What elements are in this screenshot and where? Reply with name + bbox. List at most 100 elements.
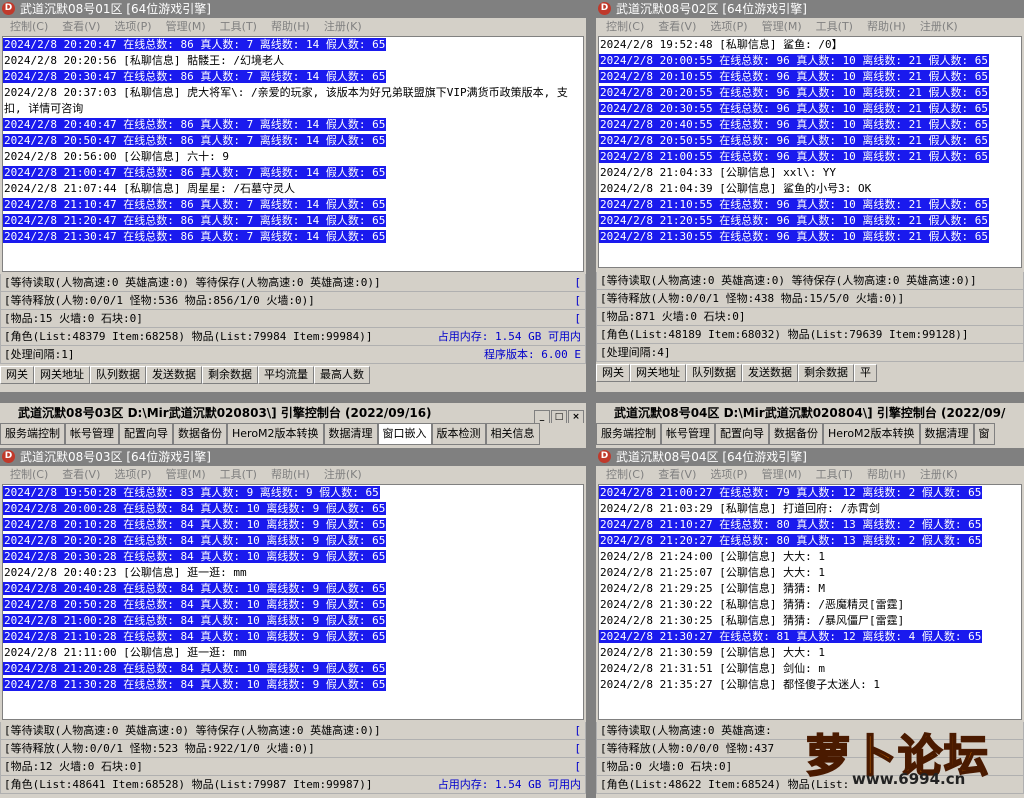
gateway-columns: 网关 网关地址 队列数据 发送数据 剩余数据平 xyxy=(596,364,1024,382)
tab[interactable]: 配置向导 xyxy=(119,423,173,445)
gateway-columns: 网关 网关地址 队列数据 发送数据 剩余数据 平均流量 最高人数 xyxy=(0,366,586,384)
tab[interactable]: 数据备份 xyxy=(173,423,227,445)
status-row: [角色(List:48641 Item:68528) 物品(List:79987… xyxy=(0,776,586,794)
log-panel: 2024/2/8 21:00:27 在线总数: 79 真人数: 12 离线数: … xyxy=(598,484,1022,720)
menu-item[interactable]: 管理(M) xyxy=(166,20,206,33)
menu-item[interactable]: 注册(K) xyxy=(920,468,958,481)
log-line: 2024/2/8 20:10:28 在线总数: 84 真人数: 10 离线数: … xyxy=(3,517,583,533)
log-line: 2024/2/8 21:20:47 在线总数: 86 真人数: 7 离线数: 1… xyxy=(3,213,583,229)
log-text: 扣, 详情可咨询 xyxy=(4,102,84,115)
menu-item[interactable]: 帮助(H) xyxy=(271,468,310,481)
column-header[interactable]: 队列数据 xyxy=(686,364,742,382)
menu-item[interactable]: 控制(C) xyxy=(606,468,644,481)
menu-item[interactable]: 注册(K) xyxy=(324,468,362,481)
column-header[interactable]: 平 xyxy=(854,364,877,382)
column-header[interactable]: 平均流量 xyxy=(258,366,314,384)
status-text: [等待释放(人物:0/0/1 怪物:523 物品:922/1/0 火墙:0)] xyxy=(4,742,315,755)
log-line: 2024/2/8 19:52:48 [私聊信息] 鲨鱼: /0】 xyxy=(599,37,1021,53)
menu-item[interactable]: 工具(T) xyxy=(220,20,257,33)
column-header[interactable]: 网关 xyxy=(0,366,34,384)
app-d-icon: D xyxy=(2,450,15,463)
tab[interactable]: HeroM2版本转换 xyxy=(227,423,324,445)
log-line: 2024/2/8 21:30:22 [私聊信息] 猜猜: /恶魔精灵[雷霆] xyxy=(599,597,1021,613)
column-header[interactable]: 最高人数 xyxy=(314,366,370,384)
column-header[interactable]: 发送数据 xyxy=(742,364,798,382)
console-title: 武道沉默08号04区 D:\Mir武道沉默020804\] 引擎控制台 (202… xyxy=(614,406,1006,420)
status-row: [等待释放(人物:0/0/1 怪物:536 物品:856/1/0 火墙:0)] [ xyxy=(0,292,586,310)
menu-item[interactable]: 注册(K) xyxy=(324,20,362,33)
menu-item[interactable]: 工具(T) xyxy=(816,20,853,33)
tab[interactable]: 数据清理 xyxy=(323,423,378,445)
column-header[interactable]: 队列数据 xyxy=(90,366,146,384)
tab[interactable]: 窗口嵌入 xyxy=(377,423,432,445)
menu-item[interactable]: 帮助(H) xyxy=(867,468,906,481)
column-header[interactable]: 网关 xyxy=(596,364,630,382)
tab[interactable]: 服务端控制 xyxy=(0,423,65,445)
tab[interactable]: 窗 xyxy=(973,423,995,445)
server-window-02: D 武道沉默08号02区 [64位游戏引擎] 控制(C) 查看(V) 选项(P) 管理(… xyxy=(596,0,1024,392)
log-line: 2024/2/8 20:10:55 在线总数: 96 真人数: 10 离线数: … xyxy=(599,69,1021,85)
status-right: [ xyxy=(574,760,581,773)
column-header[interactable]: 剩余数据 xyxy=(798,364,854,382)
menu-item[interactable]: 管理(M) xyxy=(166,468,206,481)
column-header[interactable]: 网关地址 xyxy=(34,366,90,384)
menu-item[interactable]: 查看(V) xyxy=(658,20,696,33)
menu-item[interactable]: 帮助(H) xyxy=(867,20,906,33)
log-line: 2024/2/8 21:20:27 在线总数: 80 真人数: 13 离线数: … xyxy=(599,533,1021,549)
status-text: [等待读取(人物高速:0 英雄高速:0) 等待保存(人物高速:0 英雄高速:0)… xyxy=(4,724,381,737)
log-line: 2024/2/8 20:40:28 在线总数: 84 真人数: 10 离线数: … xyxy=(3,581,583,597)
menu-item[interactable]: 控制(C) xyxy=(10,468,48,481)
tab[interactable]: 帐号管理 xyxy=(65,423,119,445)
log-text: 2024/2/8 21:30:59 [公聊信息] 大大: 1 xyxy=(600,646,825,659)
minimize-button[interactable]: _ xyxy=(534,410,550,423)
log-line: 2024/2/8 21:31:51 [公聊信息] 剑仙: m xyxy=(599,661,1021,677)
column-header[interactable]: 网关地址 xyxy=(630,364,686,382)
tab[interactable]: 版本检测 xyxy=(431,423,486,445)
status-text: [物品:12 火墙:0 石块:0] xyxy=(4,760,143,773)
menu-item[interactable]: 控制(C) xyxy=(606,20,644,33)
column-header[interactable]: 剩余数据 xyxy=(202,366,258,384)
tab[interactable]: HeroM2版本转换 xyxy=(823,423,920,445)
menu-item[interactable]: 查看(V) xyxy=(62,468,100,481)
menu-item[interactable]: 选项(P) xyxy=(114,468,151,481)
menu-item[interactable]: 帮助(H) xyxy=(271,20,310,33)
menu-item[interactable]: 管理(M) xyxy=(762,468,802,481)
close-button[interactable]: × xyxy=(568,410,584,423)
log-text: 2024/2/8 20:00:55 在线总数: 96 真人数: 10 离线数: … xyxy=(599,54,990,67)
status-panel: [等待读取(人物高速:0 英雄高速:0) 等待保存(人物高速:0 英雄高速:0)… xyxy=(0,274,586,364)
console-title-bar: 武道沉默08号04区 D:\Mir武道沉默020804\] 引擎控制台 (202… xyxy=(596,403,1024,423)
column-header[interactable]: 发送数据 xyxy=(146,366,202,384)
menu-item[interactable]: 控制(C) xyxy=(10,20,48,33)
menu-item[interactable]: 选项(P) xyxy=(710,20,747,33)
tab[interactable]: 数据备份 xyxy=(769,423,823,445)
log-text: 2024/2/8 21:30:28 在线总数: 84 真人数: 10 离线数: … xyxy=(3,678,387,691)
tab[interactable]: 配置向导 xyxy=(715,423,769,445)
menu-item[interactable]: 注册(K) xyxy=(920,20,958,33)
tab[interactable]: 帐号管理 xyxy=(661,423,715,445)
title-bar: D 武道沉默08号01区 [64位游戏引擎] xyxy=(0,0,586,18)
log-line: 2024/2/8 21:30:55 在线总数: 96 真人数: 10 离线数: … xyxy=(599,229,1021,245)
log-text: 2024/2/8 21:31:51 [公聊信息] 剑仙: m xyxy=(600,662,825,675)
maximize-button[interactable]: □ xyxy=(551,410,567,423)
tab[interactable]: 相关信息 xyxy=(485,423,540,445)
log-text: 2024/2/8 19:52:48 [私聊信息] 鲨鱼: /0】 xyxy=(600,38,843,51)
menu-item[interactable]: 查看(V) xyxy=(658,468,696,481)
menu-item[interactable]: 管理(M) xyxy=(762,20,802,33)
menu-item[interactable]: 工具(T) xyxy=(816,468,853,481)
status-text: [等待读取(人物高速:0 英雄高速:0) 等待保存(人物高速:0 英雄高速:0)… xyxy=(4,276,381,289)
log-text: 2024/2/8 21:30:25 [私聊信息] 猜猜: /暴风僵尸[雷霆] xyxy=(600,614,905,627)
log-line: 2024/2/8 20:20:47 在线总数: 86 真人数: 7 离线数: 1… xyxy=(3,37,583,53)
log-line: 2024/2/8 20:30:47 在线总数: 86 真人数: 7 离线数: 1… xyxy=(3,69,583,85)
menu-item[interactable]: 查看(V) xyxy=(62,20,100,33)
menu-item[interactable]: 选项(P) xyxy=(710,468,747,481)
status-row: [角色(List:48189 Item:68032) 物品(List:79639… xyxy=(596,326,1024,344)
status-text: [等待释放(人物:0/0/1 怪物:536 物品:856/1/0 火墙:0)] xyxy=(4,294,315,307)
menu-item[interactable]: 选项(P) xyxy=(114,20,151,33)
status-text: [角色(List:48379 Item:68258) 物品(List:79984… xyxy=(4,330,373,343)
menu-item[interactable]: 工具(T) xyxy=(220,468,257,481)
log-text: 2024/2/8 20:20:56 [私聊信息] 骷髅王: /幻境老人 xyxy=(4,54,284,67)
status-row: [处理间隔:4] xyxy=(596,344,1024,362)
status-text: [等待释放(人物:0/0/0 怪物:437 xyxy=(600,742,775,755)
tab[interactable]: 服务端控制 xyxy=(596,423,661,445)
tab[interactable]: 数据清理 xyxy=(919,423,974,445)
